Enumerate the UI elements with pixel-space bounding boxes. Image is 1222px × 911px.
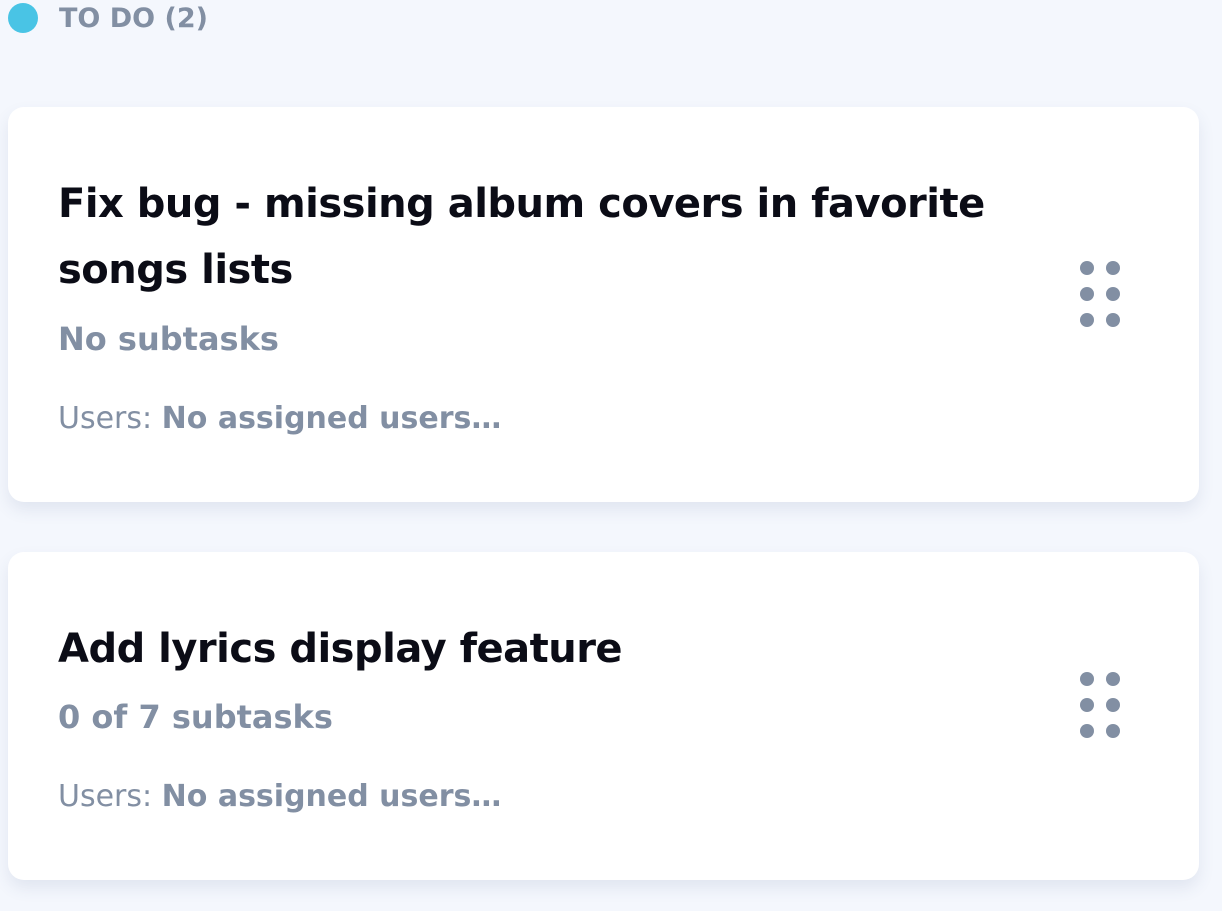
- drag-dot: [1080, 287, 1094, 301]
- drag-dot: [1106, 698, 1120, 712]
- drag-dot: [1080, 313, 1094, 327]
- drag-handle-icon[interactable]: [1080, 261, 1122, 327]
- drag-dot: [1080, 724, 1094, 738]
- status-dot-icon: [8, 3, 38, 33]
- task-subtasks: 0 of 7 subtasks: [58, 698, 333, 736]
- users-label: Users:: [58, 401, 153, 436]
- task-title: Add lyrics display feature: [58, 626, 623, 672]
- task-users: Users: No assigned users…: [58, 399, 501, 439]
- drag-handle-icon[interactable]: [1080, 672, 1122, 738]
- task-card[interactable]: Add lyrics display feature 0 of 7 subtas…: [8, 552, 1199, 880]
- task-card[interactable]: Fix bug - missing album covers in favori…: [8, 107, 1199, 502]
- column-title: TO DO (2): [59, 2, 209, 34]
- drag-dot: [1080, 672, 1094, 686]
- drag-dot: [1106, 261, 1120, 275]
- task-subtasks: No subtasks: [58, 320, 279, 358]
- users-value: No assigned users…: [161, 779, 502, 814]
- users-label: Users:: [58, 779, 153, 814]
- users-value: No assigned users…: [161, 401, 502, 436]
- task-title: Fix bug - missing album covers in favori…: [58, 181, 985, 293]
- drag-dot: [1106, 287, 1120, 301]
- drag-dot: [1080, 261, 1094, 275]
- drag-dot: [1106, 724, 1120, 738]
- todo-column: TO DO (2) Fix bug - missing album covers…: [0, 0, 1222, 911]
- column-header: TO DO (2): [8, 0, 208, 36]
- drag-dot: [1080, 698, 1094, 712]
- task-users: Users: No assigned users…: [58, 777, 501, 817]
- drag-dot: [1106, 672, 1120, 686]
- drag-dot: [1106, 313, 1120, 327]
